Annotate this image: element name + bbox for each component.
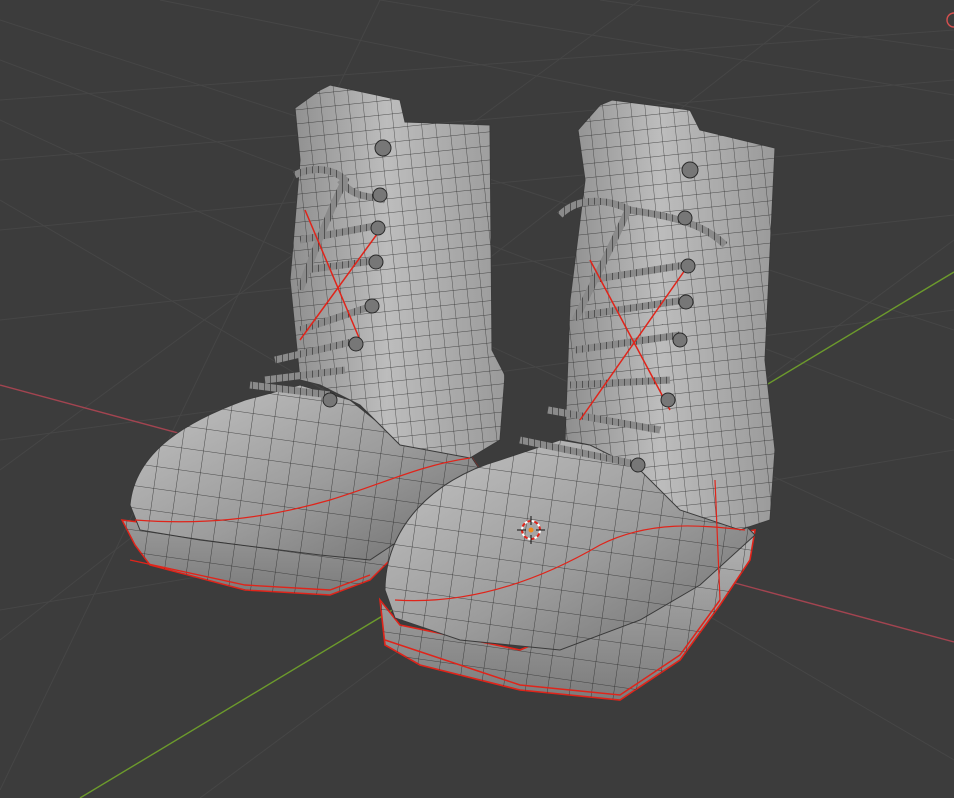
3d-viewport[interactable] — [0, 0, 954, 798]
viewport-canvas[interactable] — [0, 0, 954, 798]
navigation-gizmo-icon[interactable] — [944, 12, 954, 28]
